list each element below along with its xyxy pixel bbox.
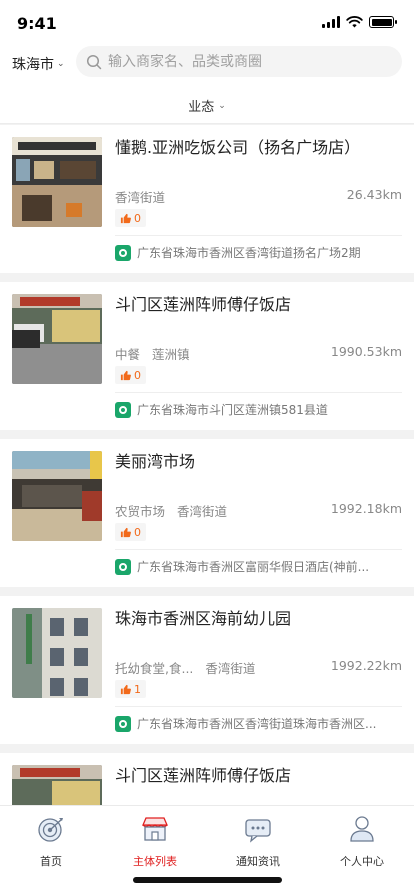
tab-label: 通知资讯 (236, 855, 280, 868)
thumbs-up-icon (120, 213, 131, 223)
tab-home[interactable]: 首页 (11, 814, 91, 869)
merchant-tag: 托幼食堂,食... (115, 661, 194, 676)
tab-entity-list[interactable]: 主体列表 (115, 814, 195, 869)
tab-label: 首页 (40, 855, 62, 868)
cellular-signal-icon (322, 16, 340, 28)
city-selector[interactable]: 珠海市 ⌄ (12, 54, 65, 74)
merchant-address: 广东省珠海市香洲区富丽华假日酒店(神前... (115, 558, 405, 575)
search-icon (86, 54, 102, 69)
merchant-photo (12, 765, 102, 805)
merchant-tag: 农贸市场 (115, 504, 166, 519)
tab-profile[interactable]: 个人中心 (322, 814, 402, 869)
like-button[interactable]: 0 (115, 523, 146, 541)
like-button[interactable]: 1 (115, 680, 146, 698)
merchant-tags: 农贸市场 香湾街道 (115, 501, 227, 520)
filter-bar: 业态 ⌄ (0, 88, 414, 124)
tab-label: 主体列表 (133, 855, 177, 868)
merchant-card[interactable]: 珠海市香洲区海前幼儿园 托幼食堂,食... 香湾街道 1992.22km 1 广… (0, 596, 414, 744)
merchant-name: 懂鹅.亚洲吃饭公司（扬名广场店） (115, 138, 361, 157)
search-header: 珠海市 ⌄ (0, 46, 414, 88)
merchant-tags: 香湾街道 (115, 187, 165, 206)
merchant-list: 懂鹅.亚洲吃饭公司（扬名广场店） 香湾街道 26.43km 0 广东省珠海市香洲… (0, 125, 414, 805)
merchant-photo (12, 608, 102, 698)
merchant-name: 美丽湾市场 (115, 452, 196, 471)
tab-label: 个人中心 (340, 855, 384, 868)
status-icons (322, 16, 397, 28)
merchant-name: 斗门区莲洲阵师傅仔饭店 (115, 766, 292, 785)
target-icon (38, 818, 63, 842)
location-pin-icon (115, 558, 131, 575)
like-count: 0 (134, 368, 141, 382)
search-input[interactable] (108, 53, 388, 70)
filter-label: 业态 (188, 100, 215, 115)
merchant-tags: 托幼食堂,食... 香湾街道 (115, 658, 255, 677)
merchant-distance: 1990.53km (330, 344, 402, 359)
merchant-address: 广东省珠海市香洲区香湾街道扬名广场2期 (115, 244, 405, 261)
merchant-distance: 1992.22km (330, 658, 402, 673)
like-button[interactable]: 0 (115, 366, 146, 384)
thumbs-up-icon (120, 684, 131, 694)
merchant-card[interactable]: 斗门区莲洲阵师傅仔饭店 (0, 753, 414, 805)
merchant-photo (12, 137, 102, 227)
address-text: 广东省珠海市香洲区香湾街道珠海市香洲区... (137, 717, 377, 731)
divider (115, 392, 402, 393)
divider (115, 235, 402, 236)
merchant-distance: 26.43km (346, 187, 402, 202)
user-icon (350, 816, 374, 842)
merchant-tag: 香湾街道 (177, 504, 228, 519)
status-bar: 9:41 (0, 0, 414, 46)
chevron-down-icon: ⌄ (218, 100, 226, 111)
address-text: 广东省珠海市香洲区富丽华假日酒店(神前... (137, 560, 370, 574)
merchant-address: 广东省珠海市香洲区香湾街道珠海市香洲区... (115, 715, 405, 732)
business-type-filter[interactable]: 业态 ⌄ (188, 96, 226, 115)
location-pin-icon (115, 244, 131, 261)
like-count: 0 (134, 211, 141, 225)
merchant-tag: 莲洲镇 (152, 347, 190, 362)
merchant-address: 广东省珠海市斗门区莲洲镇581县道 (115, 401, 405, 418)
address-text: 广东省珠海市香洲区香湾街道扬名广场2期 (137, 246, 361, 260)
thumbs-up-icon (120, 370, 131, 380)
merchant-card[interactable]: 斗门区莲洲阵师傅仔饭店 中餐 莲洲镇 1990.53km 0 广东省珠海市斗门区… (0, 282, 414, 430)
city-label: 珠海市 (12, 57, 54, 73)
merchant-card[interactable]: 懂鹅.亚洲吃饭公司（扬名广场店） 香湾街道 26.43km 0 广东省珠海市香洲… (0, 125, 414, 273)
merchant-name: 斗门区莲洲阵师傅仔饭店 (115, 295, 292, 314)
merchant-name: 珠海市香洲区海前幼儿园 (115, 609, 292, 628)
merchant-card[interactable]: 美丽湾市场 农贸市场 香湾街道 1992.18km 0 广东省珠海市香洲区富丽华… (0, 439, 414, 587)
status-time: 9:41 (17, 14, 57, 33)
location-pin-icon (115, 715, 131, 732)
merchant-photo (12, 451, 102, 541)
tab-notifications[interactable]: 通知资讯 (218, 814, 298, 869)
battery-icon (369, 16, 397, 28)
merchant-tag: 香湾街道 (205, 661, 256, 676)
like-count: 1 (134, 682, 141, 696)
location-pin-icon (115, 401, 131, 418)
address-text: 广东省珠海市斗门区莲洲镇581县道 (137, 403, 328, 417)
merchant-tag: 中餐 (115, 347, 141, 362)
store-icon (142, 817, 168, 841)
chevron-down-icon: ⌄ (57, 59, 65, 69)
divider (115, 706, 402, 707)
divider (115, 549, 402, 550)
merchant-photo (12, 294, 102, 384)
like-button[interactable]: 0 (115, 209, 146, 227)
like-count: 0 (134, 525, 141, 539)
wifi-icon (346, 16, 363, 28)
home-indicator (133, 877, 282, 883)
message-icon (245, 819, 271, 843)
merchant-tags: 中餐 莲洲镇 (115, 344, 190, 363)
merchant-distance: 1992.18km (330, 501, 402, 516)
merchant-tag: 香湾街道 (115, 190, 166, 205)
search-box[interactable] (76, 46, 402, 77)
thumbs-up-icon (120, 527, 131, 537)
